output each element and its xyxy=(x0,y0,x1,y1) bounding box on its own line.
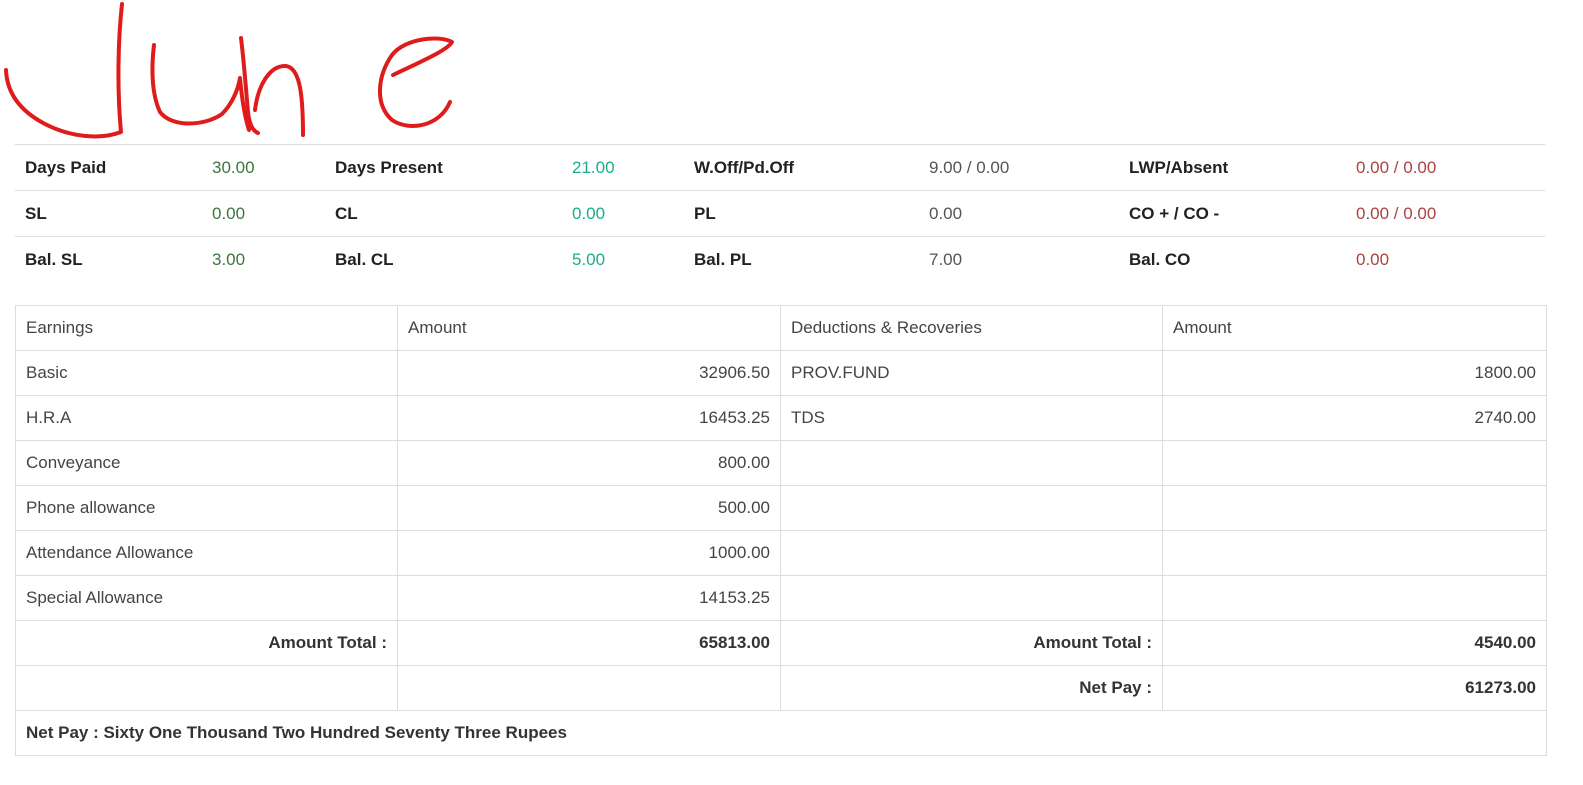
earning-amount: 32906.50 xyxy=(397,350,781,396)
net-pay-value: 61273.00 xyxy=(1162,665,1547,711)
summary-label: W.Off/Pd.Off xyxy=(684,144,919,191)
amount-total-row: Amount Total : 65813.00 Amount Total : 4… xyxy=(15,620,1547,666)
earnings-header: Earnings xyxy=(15,305,398,351)
earnings-total-label: Amount Total : xyxy=(15,620,398,666)
deductions-amount-header: Amount xyxy=(1162,305,1547,351)
salary-row: Basic 32906.50 PROV.FUND 1800.00 xyxy=(15,350,1547,396)
earning-amount: 16453.25 xyxy=(397,395,781,441)
net-pay-row: Net Pay : 61273.00 xyxy=(15,665,1547,711)
summary-label: SL xyxy=(15,190,202,237)
summary-label: Bal. SL xyxy=(15,236,202,282)
deduction-amount: 1800.00 xyxy=(1162,350,1547,396)
earning-name: Conveyance xyxy=(15,440,398,486)
deduction-name: PROV.FUND xyxy=(780,350,1163,396)
summary-label: LWP/Absent xyxy=(1119,144,1346,191)
deductions-total-value: 4540.00 xyxy=(1162,620,1547,666)
summary-row: Days Paid 30.00 Days Present 21.00 W.Off/Pd.… xyxy=(15,144,1545,191)
summary-value: 0.00 xyxy=(919,190,1119,237)
earning-amount: 14153.25 xyxy=(397,575,781,621)
summary-row: SL 0.00 CL 0.00 PL 0.00 CO + / CO -0.00 / 0.00 xyxy=(15,190,1545,237)
summary-label: Bal. CO xyxy=(1119,236,1346,282)
summary-value: 0.00 xyxy=(562,190,684,237)
earning-name: H.R.A xyxy=(15,395,398,441)
salary-row: H.R.A 16453.25 TDS 2740.00 xyxy=(15,395,1547,441)
deductions-header: Deductions & Recoveries xyxy=(780,305,1163,351)
summary-value: 0.00 xyxy=(1346,236,1545,282)
net-pay-words-row: Net Pay : Sixty One Thousand Two Hundred… xyxy=(15,710,1547,756)
summary-label: CO + / CO - xyxy=(1119,190,1346,237)
summary-label: CL xyxy=(325,190,562,237)
summary-value: 0.00 / 0.00 xyxy=(1346,190,1545,237)
empty-cell xyxy=(397,665,781,711)
summary-row: Bal. SL 3.00 Bal. CL 5.00 Bal. PL 7.00 Bal. CO… xyxy=(15,236,1545,282)
summary-label: Days Paid xyxy=(15,144,202,191)
attendance-summary-table: Days Paid 30.00 Days Present 21.00 W.Off/Pd.… xyxy=(15,144,1545,282)
summary-value: 30.00 xyxy=(202,144,325,191)
deduction-amount xyxy=(1162,485,1547,531)
earning-amount: 500.00 xyxy=(397,485,781,531)
summary-value: 0.00 / 0.00 xyxy=(1346,144,1545,191)
net-pay-label: Net Pay : xyxy=(780,665,1163,711)
salary-row: Phone allowance 500.00 xyxy=(15,485,1547,531)
earning-amount: 1000.00 xyxy=(397,530,781,576)
summary-label: Days Present xyxy=(325,144,562,191)
summary-label: Bal. CL xyxy=(325,236,562,282)
net-pay-in-words: Net Pay : Sixty One Thousand Two Hundred… xyxy=(15,710,1547,756)
earning-name: Basic xyxy=(15,350,398,396)
salary-row: Attendance Allowance 1000.00 xyxy=(15,530,1547,576)
earnings-amount-header: Amount xyxy=(397,305,781,351)
earning-name: Phone allowance xyxy=(15,485,398,531)
salary-row: Special Allowance 14153.25 xyxy=(15,575,1547,621)
salary-header-row: Earnings Amount Deductions & Recoveries … xyxy=(15,305,1547,351)
deduction-amount xyxy=(1162,530,1547,576)
deduction-amount: 2740.00 xyxy=(1162,395,1547,441)
summary-value: 3.00 xyxy=(202,236,325,282)
earnings-total-value: 65813.00 xyxy=(397,620,781,666)
deduction-amount xyxy=(1162,575,1547,621)
earning-name: Special Allowance xyxy=(15,575,398,621)
summary-value: 0.00 xyxy=(202,190,325,237)
summary-label: PL xyxy=(684,190,919,237)
salary-row: Conveyance 800.00 xyxy=(15,440,1547,486)
deduction-name xyxy=(780,530,1163,576)
deduction-name xyxy=(780,575,1163,621)
deduction-name xyxy=(780,485,1163,531)
deduction-name xyxy=(780,440,1163,486)
handwritten-june-annotation xyxy=(4,2,454,139)
empty-cell xyxy=(15,665,398,711)
summary-label: Bal. PL xyxy=(684,236,919,282)
deduction-name: TDS xyxy=(780,395,1163,441)
summary-value: 21.00 xyxy=(562,144,684,191)
deduction-amount xyxy=(1162,440,1547,486)
summary-value: 9.00 / 0.00 xyxy=(919,144,1119,191)
deductions-total-label: Amount Total : xyxy=(780,620,1163,666)
salary-breakup-table: Earnings Amount Deductions & Recoveries … xyxy=(15,305,1547,756)
summary-value: 7.00 xyxy=(919,236,1119,282)
earning-name: Attendance Allowance xyxy=(15,530,398,576)
summary-value: 5.00 xyxy=(562,236,684,282)
earning-amount: 800.00 xyxy=(397,440,781,486)
